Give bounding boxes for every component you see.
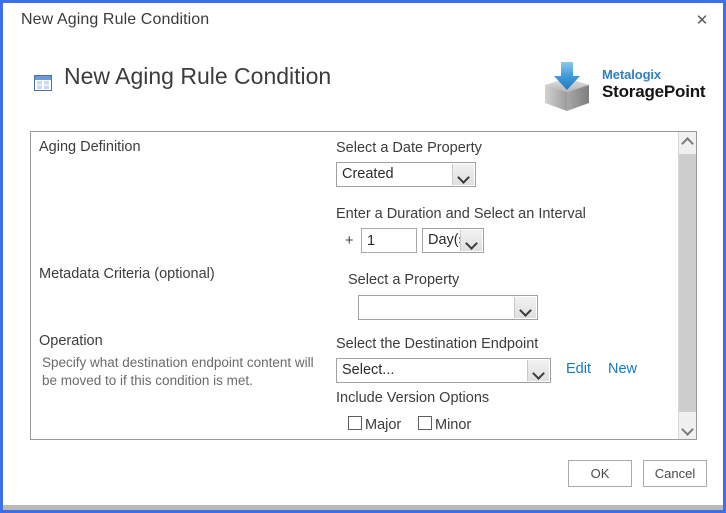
chevron-down-icon [452,164,474,185]
brand-wordmark: Metalogix StoragePoint [602,67,706,102]
operation-description: Specify what destination endpoint conten… [42,355,314,388]
form-content: Aging Definition Select a Date Property … [31,132,679,439]
dialog-header: New Aging Rule Condition Metalogix Stora… [3,51,723,119]
metadata-property-select[interactable] [358,295,538,320]
checkbox-major[interactable]: Major [348,416,401,433]
table-icon [34,74,52,92]
interval-select[interactable]: Day(s) [422,228,484,253]
title-bar: New Aging Rule Condition ✕ [3,3,723,39]
brand-name-bottom: StoragePoint [602,82,706,101]
edit-endpoint-link[interactable]: Edit [566,361,591,377]
scroll-up-icon[interactable] [679,132,696,149]
cancel-button[interactable]: Cancel [643,460,707,487]
date-property-value: Created [342,166,394,182]
close-icon[interactable]: ✕ [685,5,719,35]
label-destination-endpoint: Select the Destination Endpoint [336,336,539,352]
dialog-window: New Aging Rule Condition ✕ New Aging Rul… [0,0,726,513]
label-select-date-property: Select a Date Property [336,140,482,156]
chevron-down-icon [527,360,549,381]
duration-prefix: + [345,233,354,249]
checkbox-major-label: Major [365,417,402,433]
checkbox-major-box[interactable] [348,416,362,430]
page-title: New Aging Rule Condition [64,63,332,89]
window-title: New Aging Rule Condition [21,11,210,28]
vertical-scrollbar[interactable] [678,132,696,439]
date-property-select[interactable]: Created [336,162,476,187]
section-label-aging-definition: Aging Definition [39,139,141,155]
scrollbar-thumb[interactable] [679,154,696,412]
ok-button[interactable]: OK [568,460,632,487]
new-endpoint-link[interactable]: New [608,361,637,377]
chevron-down-icon [460,230,482,251]
checkbox-minor-label: Minor [435,417,472,433]
label-include-version-options: Include Version Options [336,390,490,406]
destination-endpoint-select[interactable]: Select... [336,358,551,383]
brand-name-top: Metalogix [602,67,662,82]
label-select-property: Select a Property [348,272,460,288]
checkbox-minor[interactable]: Minor [418,416,471,433]
label-enter-duration: Enter a Duration and Select an Interval [336,206,586,222]
checkbox-minor-box[interactable] [418,416,432,430]
section-label-operation: Operation [39,333,103,349]
storagepoint-logo-icon [540,61,594,113]
chevron-down-icon [514,297,536,318]
dialog-footer: OK Cancel [3,455,723,495]
section-label-metadata-criteria: Metadata Criteria (optional) [39,266,215,282]
form-panel: Aging Definition Select a Date Property … [30,131,697,440]
window-bottom-strip [3,505,723,510]
brand-logo: Metalogix StoragePoint [540,59,706,117]
scroll-down-icon[interactable] [679,422,696,439]
duration-input[interactable] [361,228,417,253]
destination-endpoint-value: Select... [342,362,395,378]
